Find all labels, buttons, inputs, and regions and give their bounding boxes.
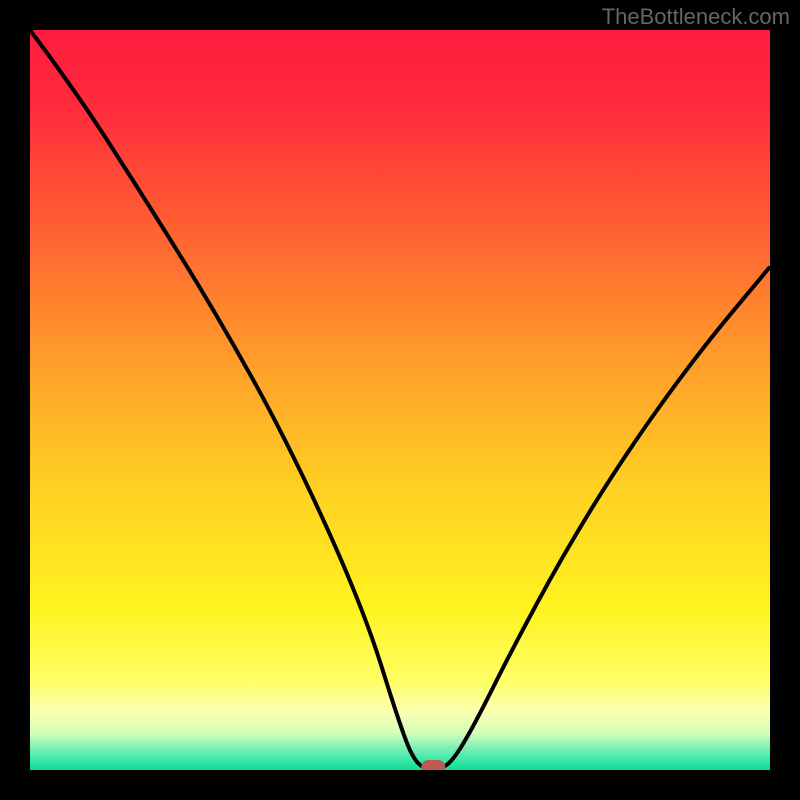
- attribution-text: TheBottleneck.com: [602, 4, 790, 30]
- minimum-marker: [421, 760, 445, 770]
- chart-svg: [30, 30, 770, 770]
- bottleneck-chart: [30, 30, 770, 770]
- gradient-background: [30, 30, 770, 770]
